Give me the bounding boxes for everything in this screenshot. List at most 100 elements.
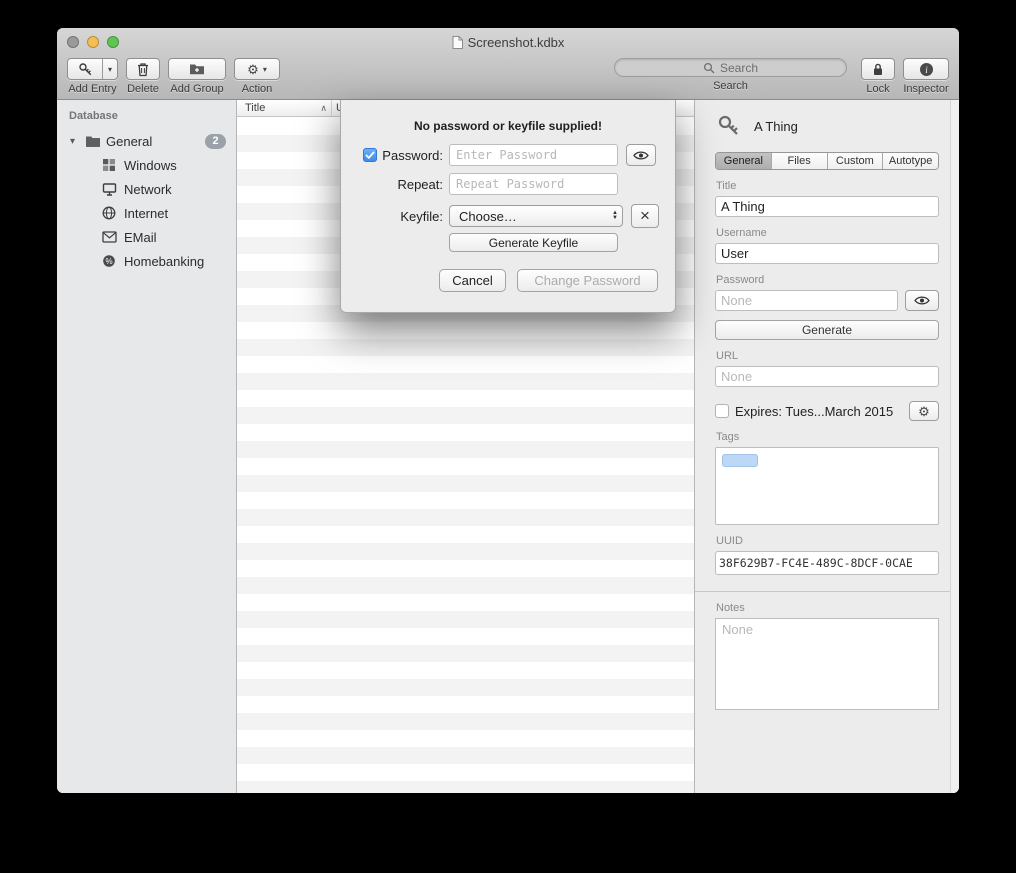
- enter-password-field[interactable]: [449, 144, 618, 166]
- tags-box[interactable]: [715, 447, 939, 525]
- check-icon: [365, 151, 375, 159]
- toolbar-item-inspector: i Inspector: [903, 58, 949, 95]
- sidebar-item-windows[interactable]: Windows: [57, 153, 236, 177]
- search-input[interactable]: Search: [614, 58, 847, 77]
- key-person-icon: [68, 59, 102, 79]
- divider: [695, 591, 959, 592]
- sidebar-item-email[interactable]: EMail: [57, 225, 236, 249]
- entry-header: A Thing: [717, 114, 939, 138]
- toolbar-item-search: Search Search: [614, 58, 847, 92]
- trash-icon: [136, 62, 150, 77]
- sheet-keyfile-label: Keyfile:: [400, 209, 443, 224]
- add-entry-button[interactable]: ▾: [67, 58, 118, 80]
- stepper-arrows-icon: ▲▼: [612, 211, 618, 221]
- username-label: Username: [716, 227, 939, 239]
- globe-icon: [101, 205, 117, 221]
- minimize-button[interactable]: [87, 36, 99, 48]
- tab-custom[interactable]: Custom: [828, 153, 884, 169]
- tab-files[interactable]: Files: [772, 153, 828, 169]
- username-field[interactable]: [715, 243, 939, 264]
- clear-keyfile-button[interactable]: ×: [631, 204, 659, 228]
- sheet-password-row: Password:: [341, 144, 675, 166]
- password-label: Password: [716, 274, 939, 286]
- tag-chip[interactable]: [722, 454, 758, 467]
- inspector-content: A Thing General Files Custom Autotype Ti…: [695, 100, 959, 710]
- search-placeholder: Search: [720, 61, 758, 75]
- add-group-button[interactable]: [168, 58, 226, 80]
- expires-label: Expires: Tues...March 2015: [735, 404, 893, 419]
- sidebar-item-label: Windows: [124, 158, 177, 173]
- uuid-field[interactable]: [715, 551, 939, 575]
- show-password-button[interactable]: [905, 290, 939, 311]
- cancel-button[interactable]: Cancel: [439, 269, 506, 292]
- expires-settings-button[interactable]: ⚙: [909, 401, 939, 421]
- inspector-tabs: General Files Custom Autotype: [715, 152, 939, 170]
- sheet-password-label: Password:: [382, 148, 443, 163]
- lock-icon: [871, 62, 885, 77]
- change-password-button[interactable]: Change Password: [517, 269, 658, 292]
- password-checkbox[interactable]: [363, 148, 377, 162]
- sheet-message: No password or keyfile supplied!: [341, 119, 675, 133]
- column-header-title[interactable]: Title ∧: [237, 100, 332, 116]
- sheet-repeat-row: Repeat:: [341, 173, 675, 195]
- add-entry-dropdown-arrow[interactable]: ▾: [102, 59, 117, 79]
- keyfile-dropdown[interactable]: Choose… ▲▼: [449, 205, 623, 227]
- action-button[interactable]: ⚙ ▾: [234, 58, 280, 80]
- group-count-badge: 2: [205, 134, 226, 149]
- windows-grid-icon: [101, 157, 117, 173]
- entry-title: A Thing: [754, 119, 798, 134]
- title-label: Title: [716, 180, 939, 192]
- envelope-icon: [101, 229, 117, 245]
- disclosure-triangle-icon[interactable]: ▾: [70, 136, 80, 147]
- document-icon: [452, 36, 463, 49]
- inspector-button[interactable]: i: [903, 58, 949, 80]
- info-icon: i: [919, 62, 934, 77]
- sidebar: Database ▾ General 2 Windows Network: [57, 100, 237, 793]
- folder-plus-icon: [189, 62, 205, 76]
- coin-percent-icon: %: [101, 253, 117, 269]
- traffic-lights: [67, 36, 119, 48]
- url-field[interactable]: [715, 366, 939, 387]
- sidebar-item-label: Network: [124, 182, 172, 197]
- sidebar-item-network[interactable]: Network: [57, 177, 236, 201]
- sidebar-item-homebanking[interactable]: % Homebanking: [57, 249, 236, 273]
- show-password-button[interactable]: [626, 144, 656, 166]
- keyfile-selected-value: Choose…: [459, 209, 517, 224]
- title-field[interactable]: [715, 196, 939, 217]
- password-row: [715, 290, 939, 311]
- sidebar-item-general[interactable]: ▾ General 2: [57, 129, 236, 153]
- tab-autotype[interactable]: Autotype: [883, 153, 938, 169]
- window-title: Screenshot.kdbx: [452, 35, 565, 50]
- inspector-panel: A Thing General Files Custom Autotype Ti…: [695, 100, 959, 793]
- gear-icon: ⚙: [247, 63, 259, 76]
- sheet-keyfile-row: Keyfile: Choose… ▲▼ ×: [341, 204, 675, 228]
- lock-button[interactable]: [861, 58, 895, 80]
- close-button[interactable]: [67, 36, 79, 48]
- inspector-scrollbar[interactable]: [950, 100, 959, 793]
- url-label: URL: [716, 350, 939, 362]
- uuid-label: UUID: [716, 535, 939, 547]
- svg-text:%: %: [105, 257, 112, 266]
- search-icon: [703, 62, 715, 74]
- sidebar-item-internet[interactable]: Internet: [57, 201, 236, 225]
- monitor-icon: [101, 181, 117, 197]
- generate-keyfile-button[interactable]: Generate Keyfile: [449, 233, 618, 252]
- delete-button[interactable]: [126, 58, 160, 80]
- toolbar-item-lock: Lock: [861, 58, 895, 95]
- repeat-password-field[interactable]: [449, 173, 618, 195]
- gear-icon: ⚙: [918, 405, 930, 418]
- change-password-sheet: No password or keyfile supplied! Passwor…: [340, 100, 676, 313]
- notes-field[interactable]: None: [715, 618, 939, 710]
- tab-general[interactable]: General: [716, 153, 772, 169]
- toolbar-item-add-group: Add Group: [168, 58, 226, 95]
- expires-checkbox[interactable]: [715, 404, 729, 418]
- zoom-button[interactable]: [107, 36, 119, 48]
- tags-label: Tags: [716, 431, 939, 443]
- eye-icon: [914, 295, 930, 306]
- sort-ascending-icon: ∧: [320, 103, 327, 114]
- sidebar-item-label: Homebanking: [124, 254, 204, 269]
- password-field[interactable]: [715, 290, 898, 311]
- window-chrome: Screenshot.kdbx ▾ Add Entry: [57, 28, 959, 100]
- generate-password-button[interactable]: Generate: [715, 320, 939, 340]
- folder-icon: [85, 133, 101, 149]
